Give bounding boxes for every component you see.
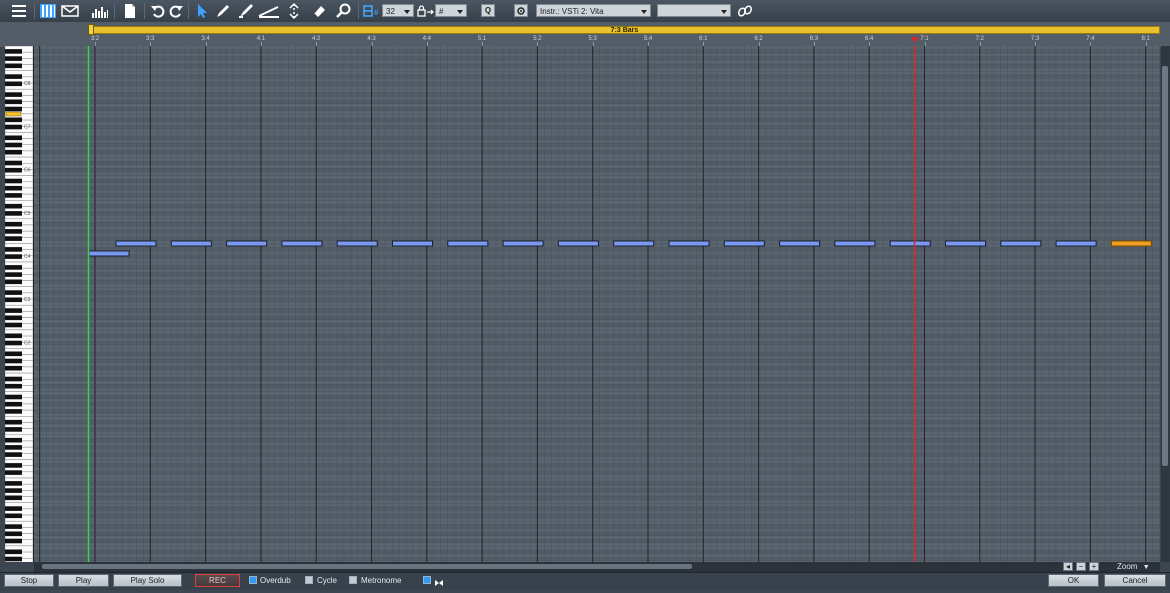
overdub-label: Overdub [260, 576, 291, 585]
midi-note[interactable] [447, 240, 489, 247]
midi-note[interactable] [1055, 240, 1097, 247]
grid-select-value: 32 [386, 7, 395, 16]
zoom-in-button[interactable]: + [1089, 562, 1099, 571]
play-solo-button[interactable]: Play Solo [113, 574, 182, 587]
midi-note[interactable] [115, 240, 157, 247]
split-tool-icon[interactable] [284, 2, 304, 20]
eraser-icon[interactable] [309, 2, 329, 20]
midi-note[interactable] [613, 240, 655, 247]
lock-select-value: # [439, 7, 444, 16]
loop-range-label: 7:3 Bars [610, 27, 639, 34]
metronome-label: Metronome [361, 576, 402, 585]
scroll-left-button[interactable]: ◂ [1063, 562, 1073, 571]
midi-note[interactable] [889, 240, 931, 247]
octave-label: C5 [24, 211, 31, 217]
document-icon[interactable] [120, 2, 140, 20]
velocity-editor-icon[interactable] [90, 2, 110, 20]
arrow-pointer-icon[interactable] [192, 2, 212, 20]
midi-note[interactable] [226, 240, 268, 247]
line-tool-icon[interactable] [258, 2, 280, 20]
zoom-tool-icon[interactable] [334, 2, 354, 20]
midi-note[interactable] [557, 240, 599, 247]
ruler-labels: 3:2 3:3 3:4 4:1 4:2 4:3 4:4 5:1 5:2 5:3 5:4 6:1 6:2 6… [34, 36, 1160, 47]
midi-note[interactable] [392, 240, 433, 247]
horizontal-scrollbar[interactable] [34, 562, 1160, 572]
link-icon[interactable] [737, 2, 753, 20]
octave-label: C6 [24, 168, 31, 174]
midi-note[interactable] [723, 240, 765, 247]
octave-label: C2 [24, 340, 31, 346]
piano-roll-view-icon[interactable] [38, 2, 58, 20]
grid-select[interactable]: 32 [382, 4, 414, 17]
speaker-icon[interactable] [434, 575, 444, 593]
marker-flag[interactable] [911, 37, 919, 43]
octave-label: C8 [24, 81, 31, 87]
brush-icon[interactable] [236, 2, 256, 20]
play-button[interactable]: Play [58, 574, 109, 587]
midi-note[interactable] [88, 250, 130, 257]
cycle-checkbox[interactable] [305, 576, 313, 584]
octave-label: C3 [24, 297, 31, 303]
redo-icon[interactable] [166, 2, 186, 20]
monitor-checkbox[interactable] [423, 576, 431, 584]
chevron-down-icon: ▼ [1142, 564, 1150, 571]
drum-editor-icon[interactable] [60, 2, 80, 20]
piano-keyboard[interactable]: C8 C7 C6 C5 C4 C3 C2 [5, 46, 34, 562]
record-button[interactable]: REC [195, 574, 240, 587]
ok-button[interactable]: OK [1048, 574, 1099, 587]
toolbar: # 32 # Q Instr.: VSTi 2: Vita [0, 0, 1170, 23]
midi-note[interactable] [668, 240, 710, 247]
cancel-button[interactable]: Cancel [1104, 574, 1166, 587]
midi-note[interactable] [779, 240, 821, 247]
loop-range-start-handle[interactable] [88, 24, 94, 35]
midi-note[interactable] [281, 240, 323, 247]
midi-note[interactable] [834, 240, 876, 247]
stop-button[interactable]: Stop [4, 574, 54, 587]
lock-icon [416, 2, 434, 20]
midi-note[interactable] [1000, 240, 1042, 247]
instrument-select[interactable]: Instr.: VSTi 2: Vita [536, 4, 651, 17]
overdub-checkbox[interactable] [249, 576, 257, 584]
loop-range-bar[interactable]: 7:3 Bars [89, 26, 1160, 34]
quantize-button[interactable]: Q [481, 4, 495, 17]
undo-icon[interactable] [148, 2, 168, 20]
note-grid[interactable] [34, 46, 1160, 562]
instrument-select-value: Instr.: VSTi 2: Vita [540, 7, 604, 16]
grid-icon: # [363, 2, 381, 20]
lock-select[interactable]: # [435, 4, 467, 17]
zoom-label: Zoom [1117, 562, 1138, 571]
settings-gear-icon[interactable] [514, 4, 528, 17]
vertical-scrollbar[interactable] [1161, 46, 1170, 562]
cycle-label: Cycle [317, 576, 338, 585]
midi-note[interactable] [945, 240, 986, 247]
menu-icon[interactable] [8, 2, 30, 20]
svg-text:#: # [374, 8, 379, 17]
metronome-checkbox[interactable] [349, 576, 357, 584]
midi-note-selected[interactable] [1110, 240, 1152, 247]
secondary-select[interactable] [657, 4, 731, 17]
midi-note[interactable] [502, 240, 544, 247]
pencil-icon[interactable] [213, 2, 233, 20]
midi-note[interactable] [170, 240, 212, 247]
zoom-out-button[interactable]: − [1076, 562, 1086, 571]
octave-label: C7 [24, 124, 31, 130]
octave-label: C4 [24, 254, 31, 260]
midi-note[interactable] [336, 240, 378, 247]
zoom-menu[interactable]: Zoom ▼ [1117, 562, 1150, 571]
